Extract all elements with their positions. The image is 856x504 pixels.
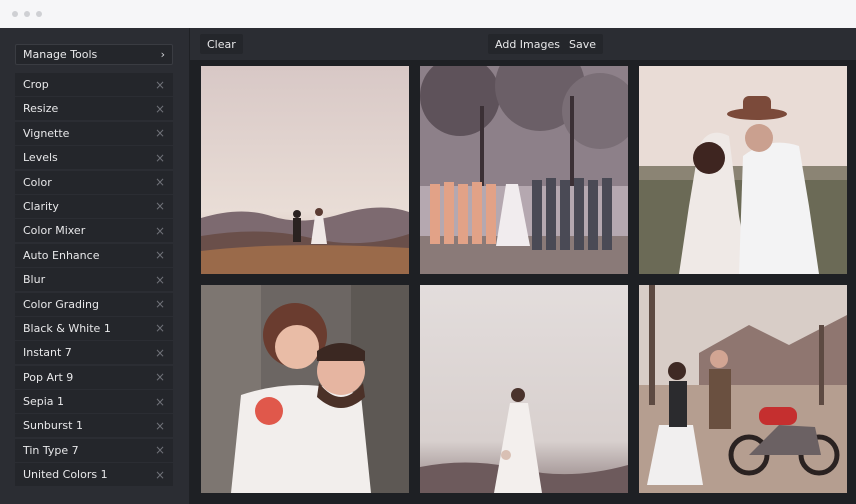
tool-label: Color bbox=[23, 175, 52, 189]
tool-label: Sunburst 1 bbox=[23, 419, 83, 433]
close-icon[interactable]: × bbox=[155, 469, 165, 481]
image-grid bbox=[190, 60, 856, 504]
tool-label: Resize bbox=[23, 102, 59, 116]
close-icon[interactable]: × bbox=[155, 103, 165, 115]
close-icon[interactable]: × bbox=[155, 127, 165, 139]
clear-button[interactable]: Clear bbox=[200, 34, 243, 54]
tool-label: Blur bbox=[23, 273, 46, 287]
tool-item-levels[interactable]: Levels × bbox=[15, 146, 173, 170]
chevron-right-icon: › bbox=[160, 48, 165, 61]
image-tile-wedding-party[interactable] bbox=[420, 66, 628, 274]
photo-couple-hills bbox=[201, 66, 409, 274]
tool-item-resize[interactable]: Resize × bbox=[15, 97, 173, 121]
photo-bride-fog bbox=[420, 285, 628, 493]
tool-item-pop-art-9[interactable]: Pop Art 9 × bbox=[15, 365, 173, 389]
editor-app: Manage Tools › Crop × Resize × Vignette × L… bbox=[0, 28, 856, 504]
close-icon[interactable]: × bbox=[155, 249, 165, 261]
photo-couple-motorcycle bbox=[639, 285, 847, 493]
close-icon[interactable]: × bbox=[155, 322, 165, 334]
close-icon[interactable]: × bbox=[155, 420, 165, 432]
photo-couple-hat bbox=[639, 66, 847, 274]
tool-label: Vignette bbox=[23, 126, 70, 140]
tool-label: Levels bbox=[23, 151, 58, 165]
tool-label: Auto Enhance bbox=[23, 248, 100, 262]
tool-item-instant-7[interactable]: Instant 7 × bbox=[15, 341, 173, 365]
tool-item-sunburst-1[interactable]: Sunburst 1 × bbox=[15, 414, 173, 438]
window-controls bbox=[12, 11, 42, 17]
tool-item-crop[interactable]: Crop × bbox=[15, 73, 173, 96]
close-icon[interactable]: × bbox=[155, 79, 165, 91]
image-tile-couple-laughing[interactable] bbox=[201, 285, 409, 493]
main-area: Clear Add Images Save bbox=[190, 28, 856, 504]
close-icon[interactable]: × bbox=[155, 347, 165, 359]
tool-label: Tin Type 7 bbox=[23, 443, 79, 457]
tool-label: Black & White 1 bbox=[23, 321, 111, 335]
save-button[interactable]: Save bbox=[562, 34, 604, 54]
window-titlebar bbox=[0, 0, 856, 28]
close-icon[interactable]: × bbox=[155, 298, 165, 310]
close-icon[interactable]: × bbox=[155, 176, 165, 188]
tool-label: Clarity bbox=[23, 199, 59, 213]
tool-item-united-colors-1[interactable]: United Colors 1 × bbox=[15, 463, 173, 487]
tool-item-black-white-1[interactable]: Black & White 1 × bbox=[15, 316, 173, 340]
manage-tools-button[interactable]: Manage Tools › bbox=[15, 44, 173, 65]
window-zoom-dot[interactable] bbox=[36, 11, 42, 17]
image-tile-couple-motorcycle[interactable] bbox=[639, 285, 847, 493]
tool-item-clarity[interactable]: Clarity × bbox=[15, 194, 173, 218]
add-images-button[interactable]: Add Images bbox=[488, 34, 567, 54]
tool-label: Crop bbox=[23, 78, 49, 91]
window-minimize-dot[interactable] bbox=[24, 11, 30, 17]
image-tile-couple-hills[interactable] bbox=[201, 66, 409, 274]
tool-item-sepia-1[interactable]: Sepia 1 × bbox=[15, 390, 173, 414]
tool-item-vignette[interactable]: Vignette × bbox=[15, 121, 173, 145]
tool-label: United Colors 1 bbox=[23, 468, 108, 482]
tool-label: Pop Art 9 bbox=[23, 370, 74, 384]
tool-label: Color Grading bbox=[23, 297, 99, 311]
close-icon[interactable]: × bbox=[155, 225, 165, 237]
tool-label: Instant 7 bbox=[23, 346, 72, 360]
app-window: Manage Tools › Crop × Resize × Vignette × L… bbox=[0, 0, 856, 504]
tool-item-auto-enhance[interactable]: Auto Enhance × bbox=[15, 243, 173, 267]
tool-item-tin-type-7[interactable]: Tin Type 7 × bbox=[15, 438, 173, 462]
close-icon[interactable]: × bbox=[155, 371, 165, 383]
tool-item-color-mixer[interactable]: Color Mixer × bbox=[15, 219, 173, 243]
close-icon[interactable]: × bbox=[155, 396, 165, 408]
close-icon[interactable]: × bbox=[155, 152, 165, 164]
photo-wedding-party bbox=[420, 66, 628, 274]
tool-item-color-grading[interactable]: Color Grading × bbox=[15, 292, 173, 316]
close-icon[interactable]: × bbox=[155, 444, 165, 456]
tools-sidebar: Manage Tools › Crop × Resize × Vignette × L… bbox=[0, 28, 190, 504]
photo-couple-laughing bbox=[201, 285, 409, 493]
tool-label: Color Mixer bbox=[23, 224, 86, 238]
tool-item-blur[interactable]: Blur × bbox=[15, 268, 173, 292]
image-tile-bride-fog[interactable] bbox=[420, 285, 628, 493]
window-close-dot[interactable] bbox=[12, 11, 18, 17]
tool-list: Crop × Resize × Vignette × Levels × Color × C… bbox=[15, 73, 173, 488]
tool-item-color[interactable]: Color × bbox=[15, 170, 173, 194]
close-icon[interactable]: × bbox=[155, 274, 165, 286]
manage-tools-label: Manage Tools bbox=[23, 48, 98, 61]
image-tile-couple-hat[interactable] bbox=[639, 66, 847, 274]
tool-label: Sepia 1 bbox=[23, 395, 65, 409]
close-icon[interactable]: × bbox=[155, 200, 165, 212]
